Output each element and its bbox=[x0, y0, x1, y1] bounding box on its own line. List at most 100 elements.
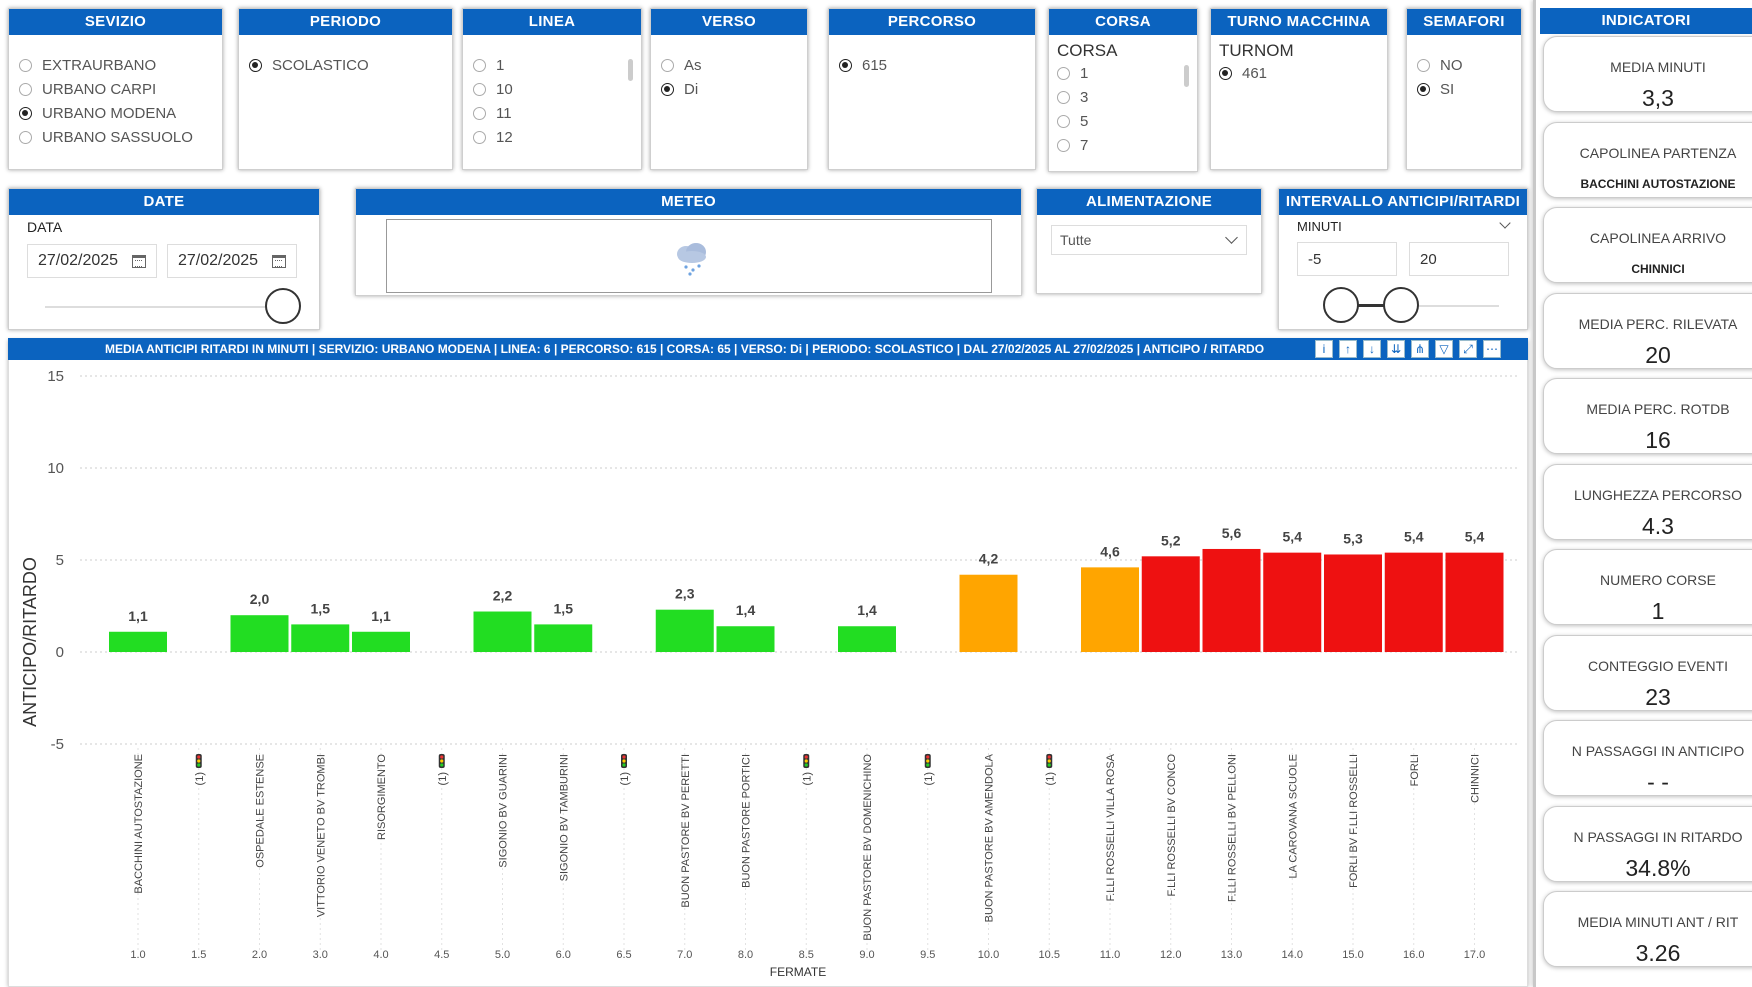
option-615[interactable]: 615 bbox=[839, 53, 1035, 77]
category-label: (1) bbox=[437, 772, 449, 785]
option-corsa-7[interactable]: 7 bbox=[1057, 133, 1197, 157]
x-tick-label: 1.5 bbox=[191, 949, 206, 961]
option-linea-1[interactable]: 1 bbox=[473, 53, 641, 77]
expand-next-level-icon[interactable]: ⇊ bbox=[1387, 340, 1405, 358]
scrollbar[interactable] bbox=[1184, 65, 1189, 87]
focus-mode-icon[interactable]: ⤢ bbox=[1459, 340, 1477, 358]
arrow-up-icon[interactable]: ↑ bbox=[1339, 340, 1357, 358]
slicer-title: TURNO MACCHINA bbox=[1211, 9, 1387, 35]
radio-icon bbox=[1417, 58, 1430, 72]
option-extraurbano[interactable]: EXTRAURBANO bbox=[19, 53, 222, 77]
option-label: URBANO CARPI bbox=[42, 80, 157, 98]
bar[interactable] bbox=[1324, 554, 1382, 652]
bar[interactable] bbox=[655, 609, 714, 652]
x-tick-label: 12.0 bbox=[1160, 949, 1181, 961]
bar[interactable] bbox=[838, 626, 896, 652]
date-slider-handle[interactable] bbox=[265, 288, 301, 324]
indicator-value: CHINNICI bbox=[1631, 262, 1685, 276]
category-label: F.LLI ROSSELLI VILLA ROSA bbox=[1105, 753, 1117, 901]
option-461[interactable]: 461 bbox=[1219, 61, 1387, 85]
option-list: 615 bbox=[829, 35, 1035, 77]
bar[interactable] bbox=[1384, 552, 1443, 652]
option-corsa-1[interactable]: 1 bbox=[1057, 61, 1197, 85]
slicer-title: METEO bbox=[356, 189, 1021, 215]
option-urbano-carpi[interactable]: URBANO CARPI bbox=[19, 77, 222, 101]
option-corsa-5[interactable]: 5 bbox=[1057, 109, 1197, 133]
info-icon[interactable]: i bbox=[1315, 340, 1333, 358]
slicer-turno-macchina: TURNO MACCHINA TURNOM 461 bbox=[1210, 8, 1388, 170]
arrow-down-icon[interactable]: ↓ bbox=[1363, 340, 1381, 358]
radio-icon bbox=[19, 82, 32, 96]
category-label: LA CAROVANA SCUOLE bbox=[1287, 754, 1299, 879]
bar[interactable] bbox=[534, 624, 593, 652]
bar[interactable] bbox=[1081, 567, 1139, 652]
data-label: 2,2 bbox=[493, 588, 513, 604]
option-label: SCOLASTICO bbox=[272, 56, 369, 74]
option-list: As Di bbox=[651, 35, 807, 101]
calendar-icon[interactable] bbox=[132, 254, 146, 268]
x-tick-label: 5.0 bbox=[495, 949, 510, 961]
indicator-label: MEDIA MINUTI bbox=[1610, 59, 1706, 75]
option-linea-12[interactable]: 12 bbox=[473, 125, 641, 149]
slicer-title: INTERVALLO ANTICIPI/RITARDI bbox=[1279, 189, 1527, 215]
category-label: (1) bbox=[801, 772, 813, 785]
bar[interactable] bbox=[109, 631, 167, 652]
bar[interactable] bbox=[1141, 556, 1200, 652]
alimentazione-dropdown[interactable]: Tutte bbox=[1051, 225, 1247, 255]
indicator-card: MEDIA PERC. ROTDB 16 bbox=[1543, 378, 1752, 454]
date-to-input[interactable]: 27/02/2025 bbox=[167, 244, 297, 278]
bar[interactable] bbox=[291, 624, 350, 652]
date-slider-track[interactable] bbox=[45, 306, 275, 308]
bar[interactable] bbox=[1263, 552, 1322, 652]
category-label: (1) bbox=[923, 772, 935, 785]
category-label: FORLI bbox=[1409, 754, 1421, 786]
traffic-light-icon bbox=[1046, 754, 1053, 768]
range-slider-max-handle[interactable] bbox=[1383, 287, 1419, 323]
more-options-icon[interactable]: ⋯ bbox=[1483, 340, 1501, 358]
bar[interactable] bbox=[716, 626, 775, 652]
option-scolastico[interactable]: SCOLASTICO bbox=[249, 53, 452, 77]
indicator-value: BACCHINI AUTOSTAZIONE bbox=[1580, 176, 1736, 191]
option-si[interactable]: SI bbox=[1417, 77, 1521, 101]
radio-selected-icon bbox=[19, 106, 32, 120]
indicator-label: MEDIA PERC. ROTDB bbox=[1586, 401, 1730, 417]
bar[interactable] bbox=[959, 574, 1018, 652]
indicator-card: CONTEGGIO EVENTI 23 bbox=[1543, 634, 1752, 711]
indicator-value: 4.3 bbox=[1642, 512, 1674, 539]
data-label: 4,6 bbox=[1100, 543, 1120, 559]
bar[interactable] bbox=[230, 615, 289, 652]
indicator-label: N PASSAGGI IN ANTICIPO bbox=[1571, 743, 1745, 759]
hierarchy-icon[interactable]: ⋔ bbox=[1411, 340, 1429, 358]
category-label: BUON PASTORE BV AMENDOLA bbox=[984, 753, 996, 922]
category-label: BUON PASTORE BV DOMENICHINO bbox=[862, 754, 874, 941]
x-tick-label: 13.0 bbox=[1221, 949, 1242, 961]
min-input[interactable]: -5 bbox=[1297, 242, 1397, 276]
option-as[interactable]: As bbox=[661, 53, 807, 77]
scrollbar[interactable] bbox=[628, 59, 633, 81]
option-corsa-3[interactable]: 3 bbox=[1057, 85, 1197, 109]
meteo-box bbox=[386, 219, 992, 293]
data-label: 5,4 bbox=[1404, 529, 1424, 545]
date-from-input[interactable]: 27/02/2025 bbox=[27, 244, 157, 278]
option-no[interactable]: NO bbox=[1417, 53, 1521, 77]
filter-icon[interactable]: ▽ bbox=[1435, 340, 1453, 358]
range-slider-min-handle[interactable] bbox=[1323, 287, 1359, 323]
bar[interactable] bbox=[1202, 548, 1261, 652]
y-tick-label: -5 bbox=[51, 736, 64, 753]
data-label: 1,1 bbox=[128, 608, 148, 624]
bar[interactable] bbox=[473, 611, 532, 652]
option-urbano-modena[interactable]: URBANO MODENA bbox=[19, 101, 222, 125]
option-linea-11[interactable]: 11 bbox=[473, 101, 641, 125]
bar[interactable] bbox=[352, 631, 410, 652]
option-label: Di bbox=[684, 80, 699, 98]
x-tick-label: 4.5 bbox=[434, 949, 449, 961]
max-input[interactable]: 20 bbox=[1409, 242, 1509, 276]
option-di[interactable]: Di bbox=[661, 77, 807, 101]
chart-toolbar: i ↑ ↓ ⇊ ⋔ ▽ ⤢ ⋯ bbox=[1315, 340, 1501, 358]
option-urbano-sassuolo[interactable]: URBANO SASSUOLO bbox=[19, 125, 222, 149]
calendar-icon[interactable] bbox=[272, 254, 286, 268]
bar[interactable] bbox=[1445, 552, 1504, 652]
indicator-card: CAPOLINEA PARTENZA BACCHINI AUTOSTAZIONE bbox=[1543, 121, 1752, 198]
option-linea-10[interactable]: 10 bbox=[473, 77, 641, 101]
slicer-corsa: CORSA CORSA 1 3 5 7 bbox=[1048, 8, 1198, 172]
